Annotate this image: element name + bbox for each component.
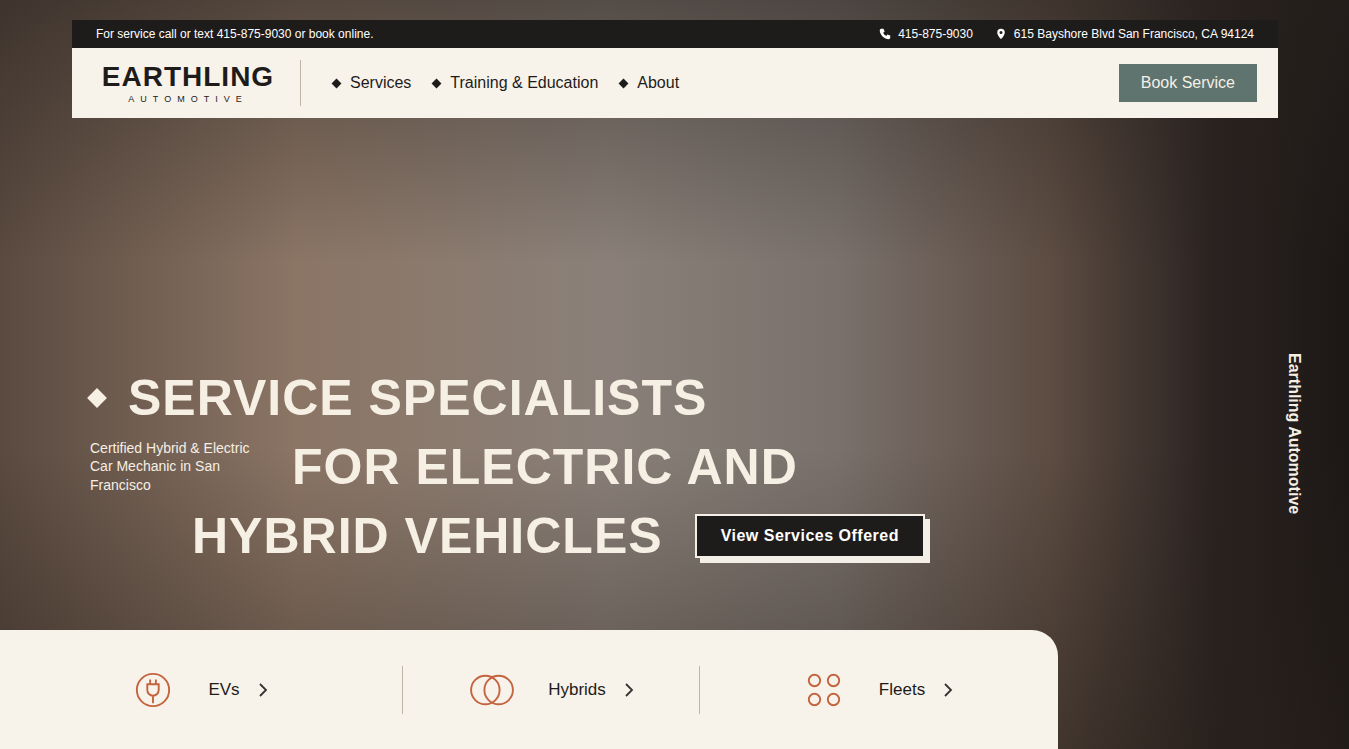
category-link[interactable]: EVs <box>0 666 402 714</box>
category-panel: EVs Hybrids Fleets <box>0 630 1058 749</box>
category-label[interactable]: EVs <box>208 680 239 700</box>
hero-subtitle: Certified Hybrid & Electric Car Mechanic… <box>90 439 270 494</box>
diamond-icon <box>432 78 442 88</box>
top-bar: For service call or text 415-875-9030 or… <box>72 20 1278 48</box>
hero-content: SERVICE SPECIALISTS Certified Hybrid & El… <box>0 118 1239 630</box>
diamond-icon <box>332 78 342 88</box>
nav-item[interactable]: Training & Education <box>433 74 598 92</box>
logo-name: EARTHLING <box>102 63 274 91</box>
logo-subtitle: AUTOMOTIVE <box>128 94 247 104</box>
category-label[interactable]: Fleets <box>879 680 925 700</box>
headline: HYBRID VEHICLES <box>192 507 663 565</box>
side-label: Earthling Automotive <box>1285 353 1303 514</box>
headline-row: Certified Hybrid & Electric Car Mechanic… <box>0 432 1239 501</box>
headline: SERVICE SPECIALISTS <box>128 369 707 427</box>
headline: FOR ELECTRIC AND <box>292 438 798 496</box>
plug-icon <box>134 671 172 709</box>
nav-bar: EARTHLING AUTOMOTIVE Services Training & Ed… <box>72 48 1278 118</box>
view-services-button[interactable]: View Services Offered <box>695 514 925 558</box>
phone-icon <box>879 28 891 40</box>
logo[interactable]: EARTHLING AUTOMOTIVE <box>93 63 283 104</box>
nav-item[interactable]: About <box>620 74 679 92</box>
category-link[interactable]: Fleets <box>699 666 1058 714</box>
service-message: For service call or text 415-875-9030 or… <box>96 27 373 41</box>
phone-link[interactable]: 415-875-9030 <box>879 27 973 41</box>
side-label-column: Earthling Automotive <box>1239 118 1349 630</box>
diamond-icon <box>619 78 629 88</box>
chevron-right-icon <box>624 682 634 698</box>
category-link[interactable]: Hybrids <box>402 666 699 714</box>
page: For service call or text 415-875-9030 or… <box>0 0 1349 749</box>
hero: SERVICE SPECIALISTS Certified Hybrid & El… <box>0 118 1349 630</box>
contact-info: 415-875-9030 615 Bayshore Blvd San Franci… <box>879 27 1254 41</box>
book-service-button[interactable]: Book Service <box>1119 64 1257 102</box>
four-circles-icon <box>805 671 843 709</box>
chevron-right-icon <box>258 682 268 698</box>
nav-item[interactable]: Services <box>333 74 411 92</box>
address-link[interactable]: 615 Bayshore Blvd San Francisco, CA 9412… <box>995 27 1254 41</box>
diamond-icon <box>87 388 107 408</box>
location-pin-icon <box>995 28 1007 40</box>
headline-row: HYBRID VEHICLES View Services Offered <box>0 501 1239 570</box>
category-label[interactable]: Hybrids <box>548 680 606 700</box>
headline-row: SERVICE SPECIALISTS <box>0 363 1239 432</box>
phone-number[interactable]: 415-875-9030 <box>898 27 973 41</box>
overlapping-circles-icon <box>468 671 516 709</box>
chevron-right-icon <box>943 682 953 698</box>
address[interactable]: 615 Bayshore Blvd San Francisco, CA 9412… <box>1014 27 1254 41</box>
nav-menu: Services Training & Education About <box>333 74 1119 92</box>
nav-divider <box>300 60 301 106</box>
